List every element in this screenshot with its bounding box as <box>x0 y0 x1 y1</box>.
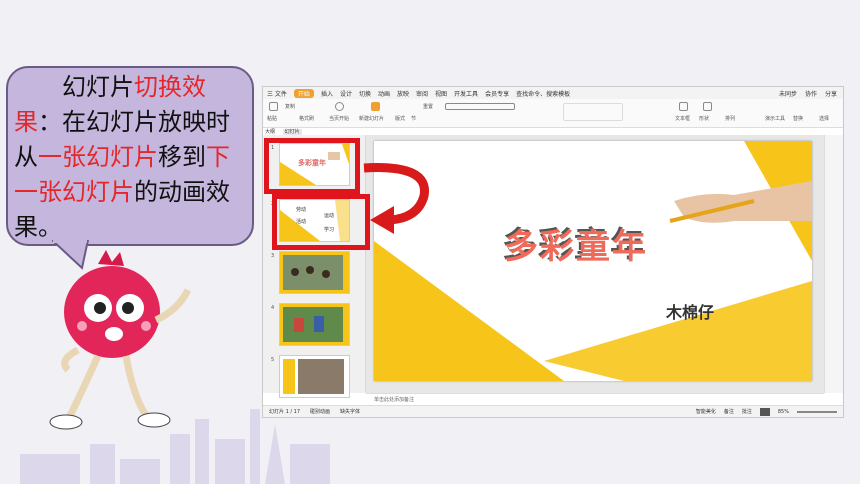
notes-toggle[interactable]: 备注 <box>724 408 734 415</box>
tab-developer[interactable]: 开发工具 <box>454 89 478 98</box>
layout-label[interactable]: 版式 <box>395 115 405 122</box>
font-style-buttons[interactable] <box>445 114 515 121</box>
ribbon-toolbar: 粘贴 复制 格式刷 当页开始 新建幻灯片 版式 节 重置 文本框 形状 排列 演… <box>263 99 843 128</box>
thumb-5-photo <box>280 356 349 397</box>
presentation-app-window: 三 文件 开始 插入 设计 切换 动画 放映 审阅 视图 开发工具 会员专享 查… <box>262 86 844 418</box>
thumb-4-photo <box>280 304 349 345</box>
theme-name: 碰别动画 <box>310 409 331 415</box>
shape-label: 形状 <box>699 116 710 122</box>
status-bar: 幻灯片 1 / 17 碰别动画 缺失字体 智能美化 备注 批注 85% <box>263 405 843 417</box>
right-tool-strip[interactable] <box>824 135 843 393</box>
presentation-tools-label[interactable]: 演示工具 <box>765 115 785 122</box>
slide-title[interactable]: 多彩童年 <box>504 219 648 268</box>
font-name-box[interactable] <box>445 103 515 110</box>
section-label[interactable]: 节 <box>411 115 416 122</box>
thumb-3-photo <box>280 252 349 293</box>
tab-design[interactable]: 设计 <box>340 89 352 98</box>
play-icon[interactable] <box>335 102 344 111</box>
slide-thumbnail-5[interactable] <box>279 355 350 398</box>
command-search[interactable]: 查找命令、搜索模板 <box>516 89 570 98</box>
tab-transitions[interactable]: 切换 <box>359 89 371 98</box>
new-slide-icon[interactable] <box>371 102 380 111</box>
select-label[interactable]: 选择 <box>819 115 829 122</box>
reset-label[interactable]: 重置 <box>423 103 433 110</box>
pomegranate-mascot <box>49 250 192 430</box>
play-from-current-label: 当页开始 <box>329 116 350 122</box>
replace-label[interactable]: 替换 <box>793 115 803 122</box>
curved-arrow-icon <box>363 163 429 234</box>
highlight-box-slide-1 <box>264 138 360 194</box>
shape-icon[interactable] <box>703 102 712 111</box>
tab-insert[interactable]: 插入 <box>321 89 333 98</box>
copy-label[interactable]: 复制 <box>285 103 295 110</box>
slide-thumbnail-4[interactable] <box>279 303 350 346</box>
slide-counter: 幻灯片 1 / 17 <box>269 409 300 415</box>
thumb-number: 5 <box>271 357 275 363</box>
paste-label: 粘贴 <box>267 116 278 122</box>
arrange-label[interactable]: 排列 <box>725 115 735 122</box>
collaborate-button[interactable]: 协作 <box>805 89 817 98</box>
share-button[interactable]: 分享 <box>825 89 837 98</box>
tab-review[interactable]: 审阅 <box>416 89 428 98</box>
thumb-number: 4 <box>271 305 275 311</box>
notes-placeholder[interactable]: 单击此处添加备注 <box>374 396 414 403</box>
zoom-slider[interactable] <box>797 410 837 413</box>
notes-area[interactable]: 单击此处添加备注 <box>366 393 824 405</box>
thumb-number: 3 <box>271 253 275 259</box>
slide-subtitle[interactable]: 木棉仔 <box>666 299 714 323</box>
sync-status[interactable]: 未同步 <box>779 89 797 98</box>
zoom-level[interactable]: 85% <box>778 409 789 415</box>
paragraph-buttons[interactable] <box>563 103 623 121</box>
slide-thumbnail-3[interactable] <box>279 251 350 294</box>
file-menu[interactable]: 三 文件 <box>267 89 287 98</box>
highlight-box-slide-2 <box>272 194 370 250</box>
textbox-label: 文本框 <box>675 116 691 122</box>
tab-view[interactable]: 视图 <box>435 89 447 98</box>
paste-icon[interactable] <box>269 102 278 111</box>
new-slide-label: 新建幻灯片 <box>359 116 385 122</box>
title-bar: 三 文件 开始 插入 设计 切换 动画 放映 审阅 视图 开发工具 会员专享 查… <box>263 87 843 99</box>
format-painter-label[interactable]: 格式刷 <box>299 115 314 122</box>
smart-beautify-button[interactable]: 智能美化 <box>696 408 716 415</box>
tab-animation[interactable]: 动画 <box>378 89 390 98</box>
tab-slideshow[interactable]: 放映 <box>397 89 409 98</box>
tab-home[interactable]: 开始 <box>293 88 314 98</box>
play-slideshow-icon[interactable] <box>759 407 770 416</box>
bubble-explanation-text: 幻灯片切换效果：在幻灯片放映时从一张幻灯片移到下一张幻灯片的动画效果。 <box>14 73 230 241</box>
missing-font-button[interactable]: 缺失字体 <box>340 408 360 415</box>
textbox-icon[interactable] <box>679 102 688 111</box>
comments-toggle[interactable]: 批注 <box>742 408 752 415</box>
tab-member[interactable]: 会员专享 <box>485 89 509 98</box>
